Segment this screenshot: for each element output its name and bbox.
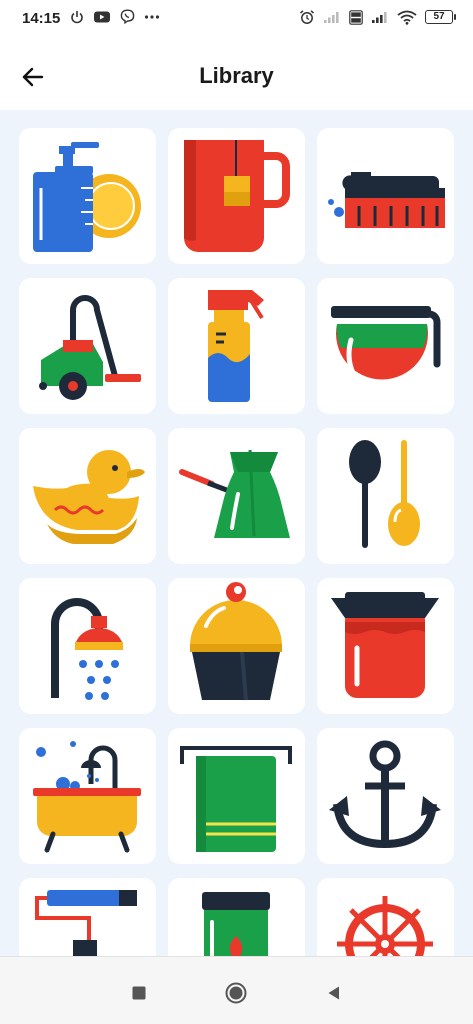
- library-grid: [0, 110, 473, 956]
- library-item-jar[interactable]: [168, 878, 305, 956]
- library-item-spoons[interactable]: [317, 428, 454, 564]
- dish-soap-plate-icon: [33, 142, 141, 252]
- library-item-dish-soap[interactable]: [19, 128, 156, 264]
- vacuum-cleaner-icon: [39, 295, 141, 400]
- shower-head-icon: [51, 598, 123, 700]
- recents-button[interactable]: [121, 975, 157, 1011]
- signal-weak-icon: [324, 12, 339, 23]
- towel-icon: [180, 746, 292, 852]
- status-left-icons: [70, 9, 160, 24]
- tea-mug-icon: [184, 140, 290, 252]
- jam-jar-icon: [331, 592, 439, 698]
- scrub-brush-icon: [328, 172, 445, 228]
- library-item-ship-wheel[interactable]: [317, 878, 454, 956]
- library-item-cupcake[interactable]: [168, 578, 305, 714]
- library-item-bathtub[interactable]: [19, 728, 156, 864]
- coffee-cezve-icon: [179, 449, 290, 538]
- coffee-pot-icon: [331, 306, 441, 383]
- spoons-icon: [349, 440, 420, 548]
- cupcake-icon: [190, 582, 282, 701]
- status-right-icons: 57: [299, 9, 456, 25]
- viber-icon: [120, 9, 135, 24]
- battery-indicator: 57: [425, 10, 456, 24]
- library-item-tea-mug[interactable]: [168, 128, 305, 264]
- library-item-towel[interactable]: [168, 728, 305, 864]
- volte-icon: [349, 9, 363, 25]
- signal-icon: [372, 12, 387, 23]
- wifi-icon: [397, 10, 417, 25]
- library-item-shower-head[interactable]: [19, 578, 156, 714]
- bathtub-icon: [33, 741, 141, 853]
- library-item-paint-roller[interactable]: [19, 878, 156, 956]
- youtube-icon: [94, 11, 110, 22]
- back-nav-button[interactable]: [316, 975, 352, 1011]
- more-dots-icon: [144, 14, 160, 19]
- status-bar: 14:15 57: [0, 0, 473, 40]
- library-item-scrub-brush[interactable]: [317, 128, 454, 264]
- library-item-coffee-cezve[interactable]: [168, 428, 305, 564]
- library-item-jam-jar[interactable]: [317, 578, 454, 714]
- system-nav-bar: [0, 956, 473, 1024]
- library-item-vacuum-cleaner[interactable]: [19, 278, 156, 414]
- paint-roller-icon: [35, 890, 137, 956]
- ship-wheel-icon: [337, 896, 433, 956]
- recents-square-icon: [132, 986, 146, 1000]
- spray-bottle-icon: [208, 290, 264, 402]
- library-item-rubber-duck[interactable]: [19, 428, 156, 564]
- home-circle-icon: [225, 982, 247, 1004]
- app-bar: Library: [0, 40, 473, 110]
- alarm-icon: [300, 10, 314, 24]
- jar-icon: [202, 892, 270, 956]
- anchor-icon: [329, 740, 441, 849]
- library-item-anchor[interactable]: [317, 728, 454, 864]
- library-item-coffee-pot[interactable]: [317, 278, 454, 414]
- power-icon: [71, 10, 83, 23]
- status-time: 14:15: [22, 10, 61, 27]
- rubber-duck-icon: [33, 450, 145, 544]
- library-item-spray-bottle[interactable]: [168, 278, 305, 414]
- back-triangle-icon: [328, 986, 339, 1000]
- home-button[interactable]: [218, 975, 254, 1011]
- page-title: Library: [199, 63, 274, 88]
